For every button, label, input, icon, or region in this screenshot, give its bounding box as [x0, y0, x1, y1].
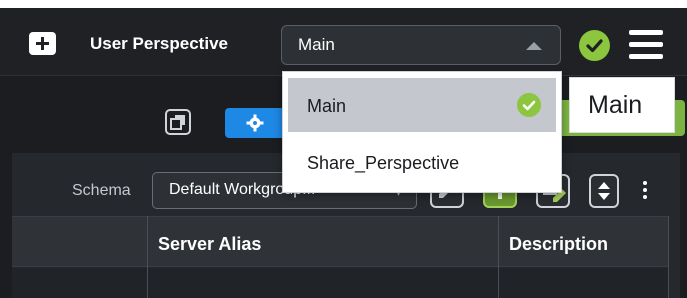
- column-separator: [147, 216, 148, 298]
- perspective-select[interactable]: Main: [281, 25, 561, 65]
- sort-button[interactable]: [589, 174, 619, 208]
- column-separator: [498, 216, 499, 298]
- top-bar: User Perspective Main: [0, 8, 687, 76]
- column-separator: [668, 216, 669, 298]
- perspective-label: User Perspective: [90, 34, 228, 53]
- more-vertical-icon[interactable]: [642, 179, 648, 201]
- plus-folder-icon: [36, 37, 49, 50]
- table-row[interactable]: [12, 268, 668, 298]
- app-window: User Perspective Main Schema Default Wor…: [0, 8, 687, 298]
- perspective-select-value: Main: [298, 35, 335, 54]
- check-circle-icon: [517, 93, 541, 117]
- dropdown-option-label: Main: [307, 96, 347, 116]
- dropdown-option-share-perspective[interactable]: Share_Perspective: [283, 136, 561, 192]
- hamburger-menu-icon[interactable]: [629, 30, 663, 60]
- perspective-dropdown: Main Share_Perspective: [282, 71, 562, 193]
- copy-icon: [170, 115, 185, 130]
- new-perspective-button[interactable]: [29, 32, 56, 55]
- sort-icon: [598, 182, 610, 200]
- settings-button[interactable]: [225, 108, 285, 138]
- column-header-server-alias[interactable]: Server Alias: [158, 234, 261, 255]
- tooltip: Main: [569, 77, 675, 133]
- copy-button[interactable]: [165, 109, 191, 135]
- column-header-description[interactable]: Description: [509, 234, 608, 255]
- dropdown-option-label: Share_Perspective: [307, 153, 460, 173]
- dropdown-option-main[interactable]: Main: [288, 78, 556, 132]
- schema-label: Schema: [72, 182, 131, 199]
- caret-up-icon: [526, 42, 542, 50]
- check-circle-icon[interactable]: [579, 30, 610, 61]
- gear-icon: [246, 114, 264, 132]
- tooltip-text: Main: [588, 91, 643, 119]
